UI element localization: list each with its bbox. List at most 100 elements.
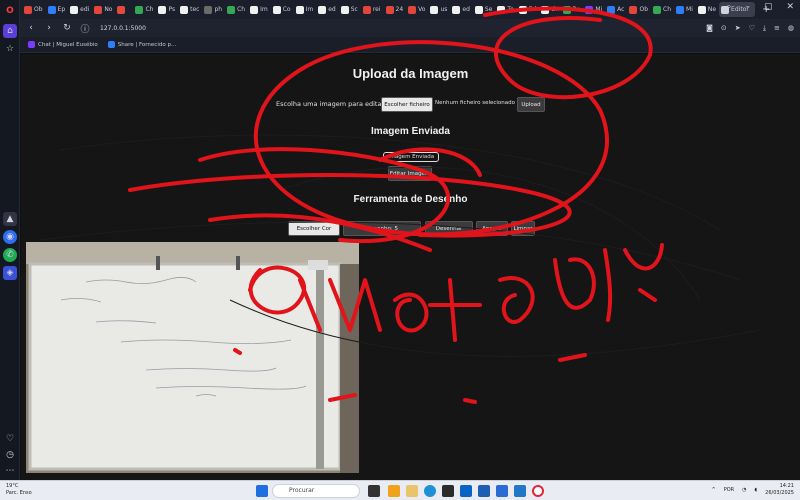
- browser-tab[interactable]: ed: [316, 2, 338, 17]
- back-icon[interactable]: ‹: [24, 23, 38, 33]
- browser-tab[interactable]: 24: [384, 2, 406, 17]
- tab-label: Se: [484, 6, 493, 13]
- bookmark-item[interactable]: Chat | Miguel Eusébio: [28, 41, 98, 48]
- opera-taskbar-icon[interactable]: [532, 485, 544, 497]
- site-info-icon[interactable]: ⓘ: [78, 22, 92, 35]
- browser-tab[interactable]: Co: [271, 2, 293, 17]
- star-icon[interactable]: ☆: [3, 42, 17, 56]
- browser-tab[interactable]: Ac: [605, 2, 626, 17]
- tab-label: Vo: [418, 6, 426, 13]
- tool-size-button[interactable]: Tamanho: 5: [343, 221, 421, 236]
- extension-icon[interactable]: ◈: [3, 266, 17, 280]
- tab-favicon-icon: [385, 5, 394, 14]
- browser-tab[interactable]: ed: [450, 2, 472, 17]
- reload-icon[interactable]: ↻: [60, 23, 74, 33]
- volume-icon[interactable]: ◖: [755, 487, 758, 493]
- home-icon[interactable]: ⌂: [3, 24, 17, 38]
- bookmark-item[interactable]: Share | Fornecido p...: [107, 41, 176, 48]
- windows-start-icon[interactable]: [256, 485, 268, 497]
- browser-tab[interactable]: Ob: [22, 2, 45, 17]
- camera-icon[interactable]: ◙: [706, 24, 713, 33]
- browser-tab[interactable]: No: [92, 2, 114, 17]
- browser-tab[interactable]: Ob: [627, 2, 650, 17]
- tab-label: Ch: [237, 6, 246, 13]
- url-field[interactable]: 127.0.0.1:5000: [100, 25, 146, 32]
- browser-tab[interactable]: Sc: [339, 2, 360, 17]
- messenger-icon[interactable]: ◉: [3, 230, 17, 244]
- forward-icon[interactable]: ›: [42, 23, 56, 33]
- vscode-icon[interactable]: [514, 485, 526, 497]
- whatsapp-icon[interactable]: ✆: [3, 248, 17, 262]
- language-indicator[interactable]: POR: [724, 487, 734, 493]
- search-placeholder: Procurar: [289, 487, 315, 494]
- browser-tab[interactable]: Mi: [674, 2, 695, 17]
- browser-tab[interactable]: Se: [473, 2, 495, 17]
- close-icon[interactable]: ✕: [786, 2, 794, 12]
- choose-file-button[interactable]: Escolher ficheiro: [381, 97, 433, 112]
- browser-tab[interactable]: Te: [495, 2, 515, 17]
- browser-tab[interactable]: th: [539, 2, 559, 17]
- browser-tab[interactable]: Mi: [583, 2, 604, 17]
- tool-erase-button[interactable]: Apagar: [476, 221, 508, 236]
- browser-tab[interactable]: tec: [178, 2, 201, 17]
- upload-button[interactable]: Upload: [517, 97, 545, 112]
- tab-favicon-icon: [117, 5, 126, 14]
- task-view-icon[interactable]: [368, 485, 380, 497]
- widgets-icon[interactable]: [388, 485, 400, 497]
- browser-tab[interactable]: rei: [361, 2, 383, 17]
- browser-tab[interactable]: Ba: [561, 2, 583, 17]
- browser-tab[interactable]: Ed: [517, 2, 539, 17]
- tab-label: ed: [462, 6, 470, 13]
- word-icon[interactable]: [478, 485, 490, 497]
- browser-tab[interactable]: Im: [294, 2, 316, 17]
- browser-sidebar: O ⌂ ☆ ▲ ◉ ✆ ◈ ♡ ◷ ⋯: [0, 0, 20, 480]
- browser-tab[interactable]: Ch: [225, 2, 247, 17]
- tab-favicon-icon: [518, 5, 527, 14]
- clock[interactable]: 14:21 26/03/2025: [765, 483, 794, 497]
- more-icon[interactable]: ⋯: [3, 464, 17, 478]
- minimize-icon[interactable]: –: [745, 2, 750, 12]
- outlook-new-icon[interactable]: [496, 485, 508, 497]
- heart-icon[interactable]: ♡: [3, 432, 17, 446]
- opera-logo-icon[interactable]: O: [3, 4, 17, 18]
- browser-tab[interactable]: Vo: [406, 2, 427, 17]
- browser-tab[interactable]: Ch: [651, 2, 673, 17]
- file-explorer-icon[interactable]: [406, 485, 418, 497]
- search-tabs-icon[interactable]: ⌕: [726, 2, 731, 12]
- snapshot-icon[interactable]: ⊙: [721, 24, 727, 33]
- tool-clear-button[interactable]: Limpar: [511, 221, 535, 236]
- send-icon[interactable]: ➤: [735, 24, 741, 33]
- browser-tab[interactable]: Ch: [133, 2, 155, 17]
- browser-tab[interactable]: Ps: [156, 2, 177, 17]
- tool-color-button[interactable]: Escolher Cor: [288, 221, 340, 236]
- tab-favicon-icon: [180, 5, 189, 14]
- download-icon[interactable]: ⤓: [763, 24, 766, 33]
- bookmark-icon[interactable]: ♡: [749, 24, 755, 33]
- browser-tab[interactable]: Ne: [696, 2, 718, 17]
- edge-icon[interactable]: [424, 485, 436, 497]
- aria-icon[interactable]: ▲: [3, 212, 17, 226]
- taskbar-search[interactable]: Procurar: [272, 484, 360, 498]
- tab-favicon-icon: [697, 5, 706, 14]
- menu-icon[interactable]: ≡: [774, 24, 780, 33]
- outlook-icon[interactable]: [460, 485, 472, 497]
- browser-tab[interactable]: us: [428, 2, 449, 17]
- tray-chevron-icon[interactable]: ^: [712, 487, 716, 493]
- account-icon[interactable]: ◍: [788, 24, 794, 33]
- wifi-icon[interactable]: ◔: [742, 487, 746, 493]
- edit-image-button[interactable]: Editar Imagem: [388, 166, 432, 181]
- browser-tab[interactable]: ph: [202, 2, 224, 17]
- store-icon[interactable]: [442, 485, 454, 497]
- browser-tab[interactable]: edi: [68, 2, 91, 17]
- tab-label: th: [551, 6, 558, 13]
- weather-widget[interactable]: 19°C Parc. Enso: [6, 483, 32, 497]
- maximize-icon[interactable]: ▢: [764, 2, 773, 12]
- browser-tab[interactable]: Im: [248, 2, 270, 17]
- browser-tab[interactable]: Ep: [46, 2, 68, 17]
- tool-draw-button[interactable]: Desenhar: [425, 221, 473, 236]
- webcam-preview: [26, 242, 359, 473]
- tab-label: Ba: [572, 6, 581, 13]
- history-icon[interactable]: ◷: [3, 448, 17, 462]
- tab-favicon-icon: [408, 5, 417, 14]
- browser-tab[interactable]: [115, 2, 132, 17]
